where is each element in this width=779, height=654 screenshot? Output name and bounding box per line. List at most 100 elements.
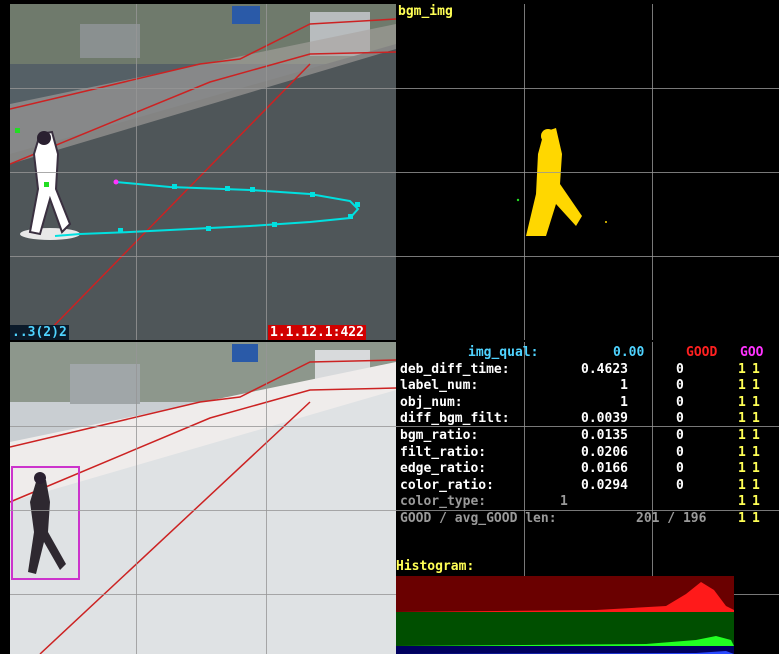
stat-name: diff_bgm_filt:	[400, 411, 510, 427]
stat-value: 0.0294	[581, 477, 628, 493]
grid-line	[266, 342, 267, 654]
track-point	[206, 226, 211, 231]
grid-line	[396, 172, 779, 173]
stat-good-2: 1	[752, 444, 760, 460]
stat-row: obj_num: 1 0 1 1	[400, 395, 779, 412]
stat-good-2: 1	[752, 427, 760, 443]
stat-name: label_num:	[400, 378, 479, 394]
stat-value: 0.0206	[581, 444, 628, 460]
stat-good-1: 1	[738, 494, 746, 510]
stat-value: 1	[620, 378, 628, 394]
camera-view-detection	[10, 342, 396, 654]
good-len-label: GOOD / avg_GOOD len:	[400, 510, 557, 526]
track-point	[272, 222, 277, 227]
track-point	[113, 179, 119, 185]
stat-good-1: 1	[738, 510, 746, 526]
stat-row: filt_ratio: 0.0206 0 1 1	[400, 445, 779, 462]
grid-line	[10, 594, 396, 595]
good-len-row: GOOD / avg_GOOD len: 201 / 196 1 1	[400, 511, 779, 528]
stat-row: diff_bgm_filt: 0.0039 0 1 1	[400, 411, 779, 428]
color-type-row: color_type: 1 1 1	[400, 494, 779, 511]
stat-flag: 0	[676, 411, 684, 427]
blue-sign	[232, 6, 260, 24]
person-head	[37, 131, 51, 145]
track-point	[348, 214, 353, 219]
feature-point	[44, 182, 49, 187]
stat-name: edge_ratio:	[400, 461, 487, 477]
grid-line	[10, 256, 396, 257]
object-id-label: 1.1.12.1:422	[268, 325, 366, 340]
stat-good-2: 1	[752, 477, 760, 493]
track-point	[172, 184, 177, 189]
stat-flag: 0	[676, 394, 684, 410]
img-qual-label: img_qual:	[468, 345, 539, 360]
stat-name: filt_ratio:	[400, 444, 487, 460]
histogram	[396, 576, 734, 654]
track-point	[118, 228, 123, 233]
stats-rows: deb_diff_time: 0.4623 0 1 1 label_num: 1 0 1 1 obj…	[400, 362, 779, 495]
track-point	[225, 186, 230, 191]
stat-good-1: 1	[738, 361, 746, 377]
histogram-title: Histogram:	[396, 559, 475, 574]
stat-value: 1	[620, 394, 628, 410]
grid-line	[396, 256, 779, 257]
stat-name: bgm_ratio:	[400, 427, 479, 443]
stats-table: img_qual: 0.00 GOOD GOO deb_diff_time: 0.…	[400, 345, 779, 528]
grid-line	[10, 88, 396, 89]
histogram-blue-band	[396, 646, 734, 654]
track-id-label: ..3(2)2	[10, 325, 69, 340]
background-building	[80, 24, 140, 58]
noise-point	[605, 221, 607, 223]
stat-flag: 0	[676, 361, 684, 377]
grid-line	[396, 88, 779, 89]
histogram-plot	[396, 576, 734, 654]
blue-sign	[232, 344, 258, 362]
stat-flag: 0	[676, 444, 684, 460]
good-len-value: 201 / 196	[636, 510, 707, 526]
stat-good-1: 1	[738, 461, 746, 477]
stat-flag: 0	[676, 461, 684, 477]
stat-name: color_type:	[400, 494, 487, 510]
stat-flag: 0	[676, 427, 684, 443]
stat-good-1: 1	[738, 427, 746, 443]
stats-header-row: img_qual: 0.00 GOOD GOO	[400, 345, 779, 362]
grid-line	[136, 342, 137, 654]
background-building	[70, 364, 140, 404]
grid-line	[10, 510, 396, 511]
stat-good-1: 1	[738, 444, 746, 460]
stat-value: 0.0166	[581, 461, 628, 477]
stat-flag: 0	[676, 378, 684, 394]
histogram-green-band	[396, 612, 734, 646]
stat-row: deb_diff_time: 0.4623 0 1 1	[400, 362, 779, 379]
track-point	[310, 192, 315, 197]
good-label: GOOD	[686, 345, 718, 360]
stat-row: bgm_ratio: 0.0135 0 1 1	[400, 428, 779, 445]
stat-value: 0.0039	[581, 411, 628, 427]
stat-good-2: 1	[752, 378, 760, 394]
stat-name: obj_num:	[400, 394, 463, 410]
bgm-image-pane	[396, 4, 779, 340]
stat-good-2: 1	[752, 361, 760, 377]
stat-good-1: 1	[738, 477, 746, 493]
feature-point	[15, 128, 20, 133]
stat-row: edge_ratio: 0.0166 0 1 1	[400, 461, 779, 478]
stat-good-1: 1	[738, 378, 746, 394]
stat-value: 0.4623	[581, 361, 628, 377]
grid-line	[10, 426, 396, 427]
stat-name: color_ratio:	[400, 477, 494, 493]
img-qual-value: 0.00	[613, 345, 645, 360]
person-mask	[526, 128, 582, 236]
stat-value: 0.0135	[581, 427, 628, 443]
noise-point	[516, 198, 520, 202]
stat-good-1: 1	[738, 394, 746, 410]
grid-line	[10, 172, 396, 173]
stat-good-2: 1	[752, 411, 760, 427]
stat-row: label_num: 1 0 1 1	[400, 378, 779, 395]
good-label-secondary: GOO	[740, 345, 764, 360]
stat-flag: 0	[676, 477, 684, 493]
mask-head	[541, 129, 555, 143]
track-point	[250, 187, 255, 192]
stat-name: deb_diff_time:	[400, 361, 510, 377]
stat-good-2: 1	[752, 494, 760, 510]
stat-value: 1	[560, 494, 568, 510]
